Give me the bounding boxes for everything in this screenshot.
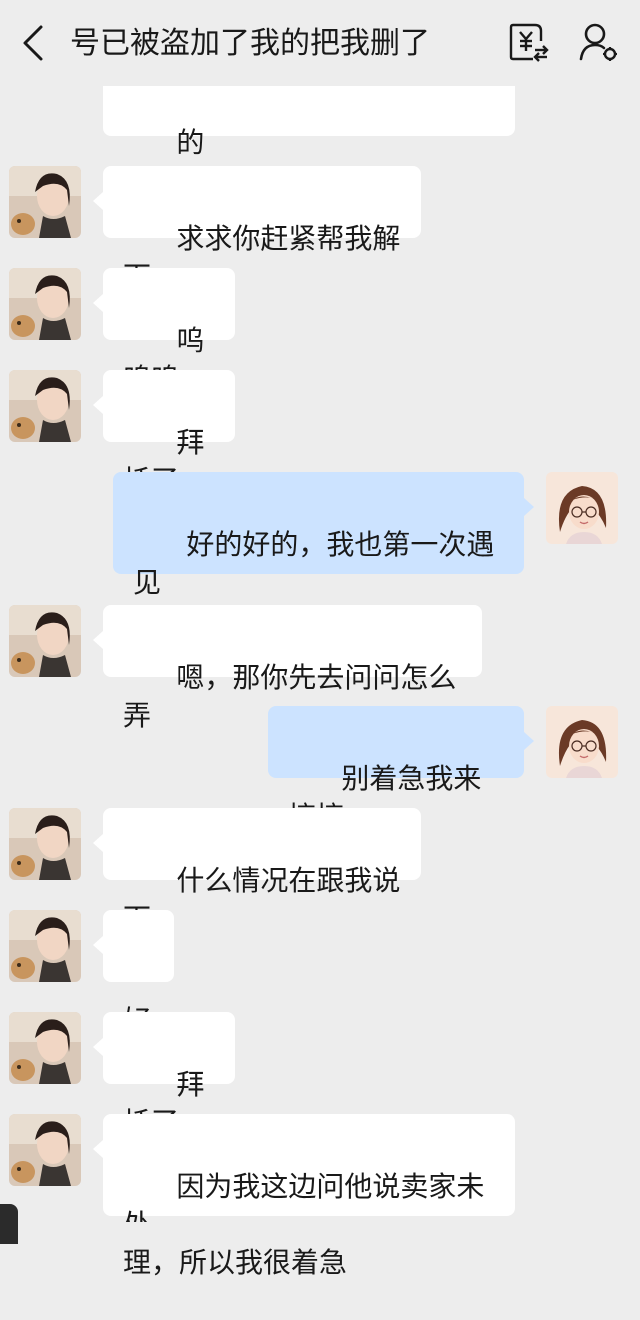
contact-avatar[interactable] — [9, 910, 81, 982]
contact-avatar[interactable] — [9, 1114, 81, 1186]
contact-avatar-image — [9, 910, 81, 982]
message-bubble[interactable]: 因为我这边问他说卖家未处 理，所以我很着急 — [93, 1114, 515, 1279]
message-bubble[interactable]: 什么情况在跟我说下 — [93, 808, 421, 935]
contact-avatar-image — [9, 370, 81, 442]
my-avatar[interactable] — [546, 472, 618, 544]
contact-avatar-image — [9, 268, 81, 340]
my-avatar-image — [546, 472, 618, 544]
chat-area[interactable]: 的 求求你赶紧帮我解下 — [0, 0, 640, 1279]
message-bubble[interactable]: 拜托了 — [93, 1012, 235, 1139]
transfer-button[interactable] — [504, 18, 552, 66]
contact-avatar-image — [9, 1012, 81, 1084]
message-bubble[interactable]: 别着急我来搞搞 — [268, 706, 534, 833]
my-avatar[interactable] — [546, 706, 618, 778]
message-bubble[interactable]: 求求你赶紧帮我解下 — [93, 166, 421, 293]
message-text: 的 — [176, 126, 205, 159]
my-avatar-image — [546, 706, 618, 778]
contact-avatar-image — [9, 166, 81, 238]
bottom-strip — [0, 1222, 640, 1244]
contact-avatar-image — [9, 605, 81, 677]
contact-avatar[interactable] — [9, 370, 81, 442]
message-bubble[interactable]: 好的好的，我也第一次遇见 这种情况， — [113, 472, 534, 637]
contact-avatar[interactable] — [9, 605, 81, 677]
chat-header: 号已被盗加了我的把我删了 — [0, 0, 640, 86]
message-bubble[interactable]: 拜托了 — [93, 370, 235, 497]
profile-button[interactable] — [574, 18, 622, 66]
contact-avatar-image — [9, 808, 81, 880]
contact-avatar[interactable] — [9, 166, 81, 238]
chat-title: 号已被盗加了我的把我删了 — [70, 26, 430, 61]
chevron-left-icon — [23, 25, 43, 61]
yuan-transfer-icon — [509, 23, 549, 62]
contact-avatar[interactable] — [9, 268, 81, 340]
contact-avatar-image — [9, 1114, 81, 1186]
floating-tab-handle[interactable] — [0, 1204, 18, 1244]
contact-avatar[interactable] — [9, 808, 81, 880]
contact-avatar[interactable] — [9, 1012, 81, 1084]
back-button[interactable] — [10, 18, 54, 68]
message-bubble[interactable]: 嗯，那你先去问问怎么弄 — [93, 605, 482, 732]
contact-profile-icon — [579, 23, 617, 61]
message-bubble[interactable]: 好 — [93, 910, 174, 1037]
message-bubble[interactable]: 呜呜呜 — [93, 268, 235, 395]
